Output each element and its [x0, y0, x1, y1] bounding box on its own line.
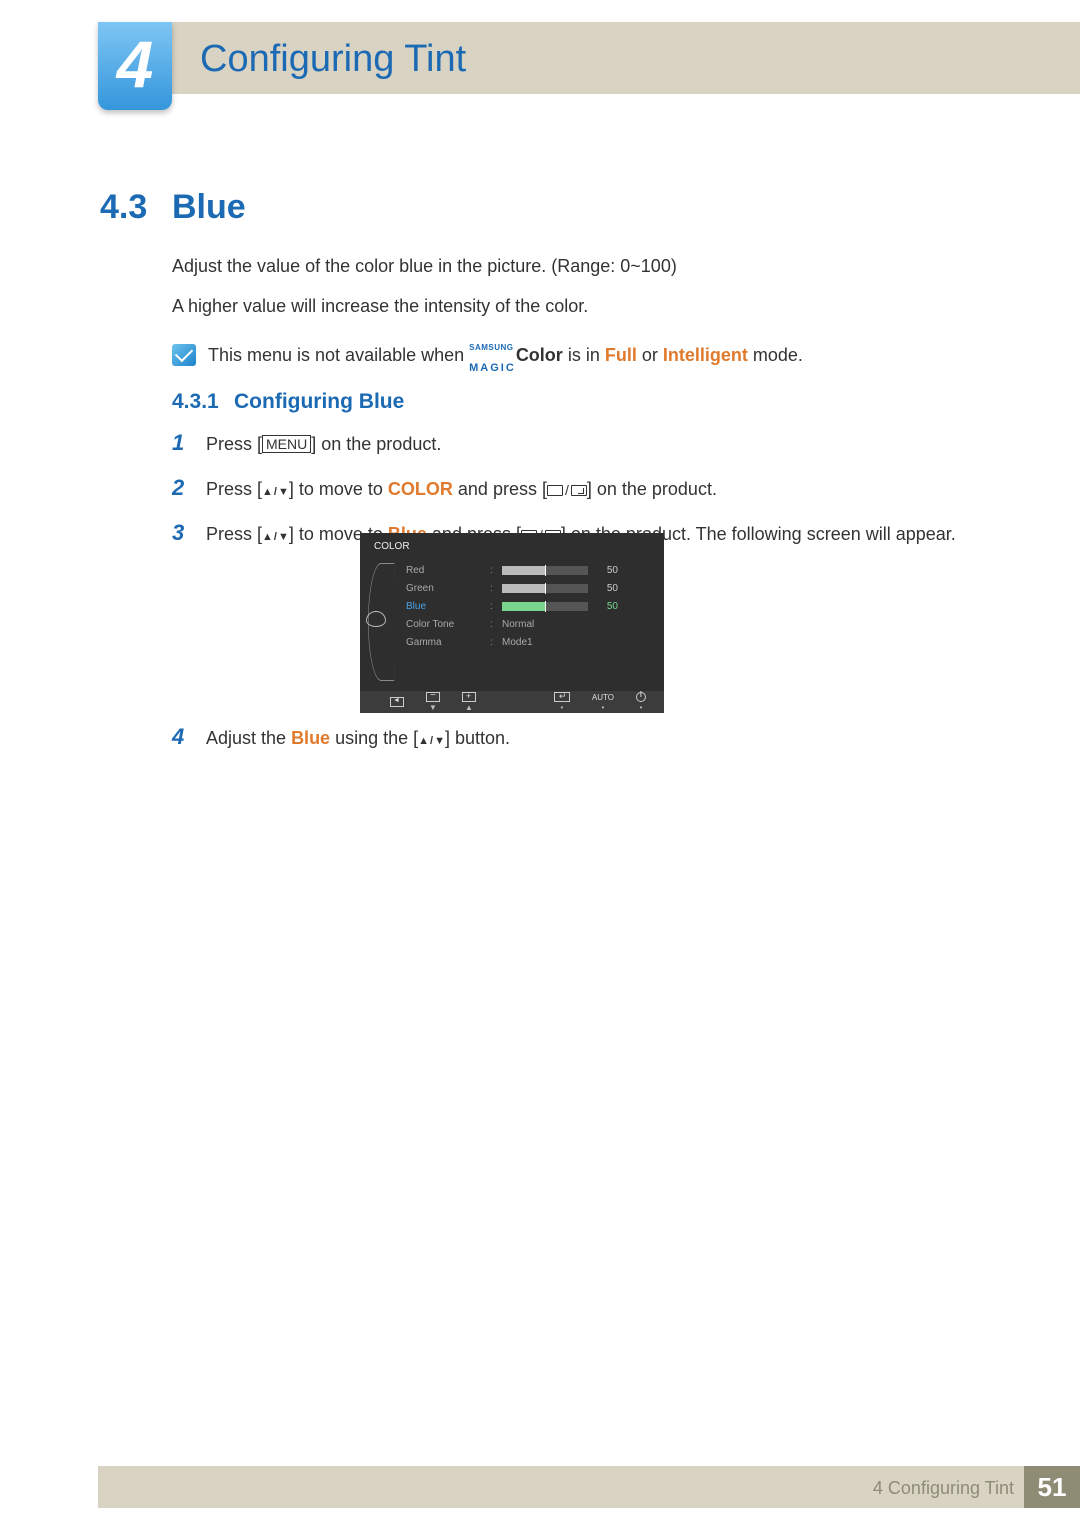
step-2-number: 2 — [172, 471, 192, 504]
up-down-icon: ▲/▼ — [418, 735, 445, 747]
menu-key: MENU — [262, 435, 311, 453]
brand-magic: SAMSUNG MAGIC — [469, 334, 516, 376]
exit-button-icon — [390, 697, 404, 707]
source-enter-icon: / — [547, 480, 587, 501]
subsection-number: 4.3.1 — [172, 390, 219, 414]
section-title: Blue — [172, 188, 246, 227]
osd-value-tone: Normal — [502, 619, 534, 630]
step-4-text: Adjust the Blue using the [▲/▼] button. — [206, 728, 510, 749]
step-1-number: 1 — [172, 426, 192, 459]
osd-value-blue: 50 — [594, 601, 618, 612]
osd-footer: ▼ ▲ • AUTO• • — [360, 691, 664, 713]
osd-footer-right: • AUTO• • — [554, 692, 646, 712]
osd-rows: Red : 50 Green : 50 Blue : 50 Color Tone… — [406, 561, 656, 651]
chapter-number-badge: 4 — [98, 22, 172, 110]
osd-row-green: Green : 50 — [406, 579, 656, 597]
note-p3: or — [637, 345, 663, 365]
brand-bot: MAGIC — [469, 362, 516, 374]
enter-button-icon: • — [554, 692, 570, 712]
note-p4: mode. — [748, 345, 803, 365]
note-color: Color — [516, 345, 563, 365]
section-number: 4.3 — [100, 188, 147, 227]
blue-word-2: Blue — [291, 728, 330, 748]
step-2-text: Press [▲/▼] to move to COLOR and press [… — [206, 476, 717, 503]
osd-value-gamma: Mode1 — [502, 637, 533, 648]
osd-label-red: Red — [406, 565, 484, 576]
osd-row-blue: Blue : 50 — [406, 597, 656, 615]
up-down-icon: ▲/▼ — [262, 529, 289, 546]
osd-label-blue: Blue — [406, 601, 484, 612]
osd-slider-blue — [502, 602, 588, 611]
footer-chapter-label: 4 Configuring Tint — [873, 1478, 1014, 1499]
note-row: This menu is not available when SAMSUNG M… — [172, 334, 803, 376]
osd-row-gamma: Gamma : Mode1 — [406, 633, 656, 651]
osd-value-red: 50 — [594, 565, 618, 576]
osd-value-green: 50 — [594, 583, 618, 594]
power-button-icon: • — [636, 692, 646, 712]
step-1: 1 Press [MENU] on the product. — [172, 426, 992, 459]
up-down-icon: ▲/▼ — [262, 484, 289, 501]
note-p2: is in — [563, 345, 605, 365]
osd-slider-green — [502, 584, 588, 593]
step-1-text: Press [MENU] on the product. — [206, 431, 441, 458]
osd-row-tone: Color Tone : Normal — [406, 615, 656, 633]
osd-label-tone: Color Tone — [406, 619, 484, 630]
chapter-title: Configuring Tint — [200, 38, 466, 81]
color-word: COLOR — [388, 479, 453, 499]
osd-row-red: Red : 50 — [406, 561, 656, 579]
section-description-2: A higher value will increase the intensi… — [172, 296, 588, 317]
subsection-title: Configuring Blue — [234, 390, 404, 414]
note-pre: This menu is not available when — [208, 345, 469, 365]
plus-button-icon: ▲ — [462, 692, 476, 712]
note-full: Full — [605, 345, 637, 365]
auto-button-icon: AUTO• — [592, 693, 614, 712]
page-number: 51 — [1024, 1466, 1080, 1508]
note-intelligent: Intelligent — [663, 345, 748, 365]
step-4-number: 4 — [172, 724, 192, 750]
osd-label-gamma: Gamma — [406, 637, 484, 648]
section-description-1: Adjust the value of the color blue in th… — [172, 256, 677, 277]
osd-title: COLOR — [374, 541, 410, 552]
note-icon — [172, 344, 196, 366]
osd-label-green: Green — [406, 583, 484, 594]
step-4: 4 Adjust the Blue using the [▲/▼] button… — [172, 724, 510, 750]
osd-screenshot: COLOR Red : 50 Green : 50 Blue : 50 Colo… — [360, 533, 664, 713]
note-text: This menu is not available when SAMSUNG M… — [208, 334, 803, 376]
palette-icon — [366, 611, 386, 627]
minus-button-icon: ▼ — [426, 692, 440, 712]
brand-top: SAMSUNG — [469, 343, 513, 352]
step-2: 2 Press [▲/▼] to move to COLOR and press… — [172, 471, 992, 504]
step-3-number: 3 — [172, 516, 192, 549]
osd-slider-red — [502, 566, 588, 575]
osd-footer-left: ▼ ▲ — [390, 692, 476, 712]
